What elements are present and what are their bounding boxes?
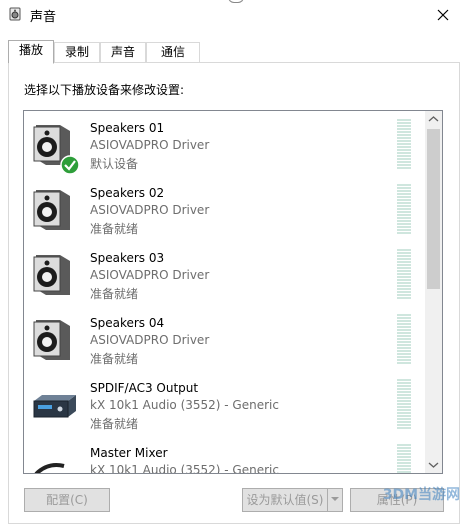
- level-meter: [397, 444, 411, 473]
- device-driver: kX 10k1 Audio (3552) - Generic: [90, 398, 279, 412]
- device-name: SPDIF/AC3 Output: [90, 381, 199, 395]
- device-status: 默认设备: [90, 157, 139, 171]
- device-name: Speakers 04: [90, 316, 165, 330]
- device-name: Speakers 02: [90, 186, 165, 200]
- window-fragment: [228, 0, 244, 3]
- chevron-down-icon: [331, 497, 339, 501]
- digital-output-icon: [33, 395, 76, 418]
- default-check-icon: [60, 155, 80, 175]
- mixer-icon: [34, 463, 65, 473]
- speaker-icon: [33, 320, 70, 360]
- device-item-speakers-03[interactable]: Speakers 03 ASIOVADPRO Driver 准备就绪: [24, 241, 424, 306]
- device-driver: ASIOVADPRO Driver: [90, 203, 210, 217]
- level-meter: [397, 314, 411, 364]
- speaker-icon: [33, 255, 70, 295]
- set-default-button[interactable]: 设为默认值(S): [242, 488, 328, 512]
- device-item-speakers-02[interactable]: Speakers 02 ASIOVADPRO Driver 准备就绪: [24, 176, 424, 241]
- device-status: 准备就绪: [90, 352, 139, 366]
- device-status: 准备就绪: [90, 222, 139, 236]
- device-item-master-mixer[interactable]: Master Mixer kX 10k1 Audio (3552) - Gene…: [24, 436, 424, 474]
- watermark-logo: 3DM当游网: [382, 487, 460, 503]
- chevron-down-icon: [428, 462, 439, 468]
- level-meter: [397, 184, 411, 234]
- device-driver: ASIOVADPRO Driver: [90, 268, 210, 282]
- scroll-up-button[interactable]: [425, 111, 442, 128]
- speaker-icon: [33, 190, 70, 230]
- level-meter: [397, 119, 411, 169]
- device-item-speakers-04[interactable]: Speakers 04 ASIOVADPRO Driver 准备就绪: [24, 306, 424, 371]
- scroll-thumb[interactable]: [427, 129, 440, 289]
- device-name: Master Mixer: [90, 446, 168, 460]
- vertical-scrollbar[interactable]: [425, 111, 442, 473]
- tab-playback[interactable]: 播放: [8, 40, 54, 64]
- level-meter: [397, 249, 411, 299]
- tab-recording[interactable]: 录制: [54, 42, 100, 62]
- device-status: 准备就绪: [90, 287, 139, 301]
- chevron-up-icon: [428, 116, 439, 122]
- set-default-dropdown[interactable]: [327, 488, 343, 512]
- device-driver: kX 10k1 Audio (3552) - Generic: [90, 463, 279, 474]
- level-meter: [397, 379, 411, 429]
- close-icon: [437, 9, 449, 21]
- configure-button[interactable]: 配置(C): [24, 488, 110, 512]
- tab-sounds[interactable]: 声音: [100, 42, 146, 62]
- tab-communications[interactable]: 通信: [146, 42, 200, 62]
- device-name: Speakers 03: [90, 251, 165, 265]
- scroll-down-button[interactable]: [425, 456, 442, 473]
- speaker-app-icon: [9, 7, 21, 21]
- instruction-text: 选择以下播放设备来修改设置:: [24, 83, 185, 97]
- device-item-spdif-output[interactable]: SPDIF/AC3 Output kX 10k1 Audio (3552) - …: [24, 371, 424, 436]
- window-title: 声音: [30, 10, 57, 25]
- close-button[interactable]: [420, 0, 466, 30]
- device-item-speakers-01[interactable]: Speakers 01 ASIOVADPRO Driver 默认设备: [24, 111, 424, 176]
- device-list[interactable]: Speakers 01 ASIOVADPRO Driver 默认设备 Speak…: [23, 110, 443, 474]
- title-bar: 声音: [0, 0, 466, 30]
- device-driver: ASIOVADPRO Driver: [90, 333, 210, 347]
- device-status: 准备就绪: [90, 417, 139, 431]
- device-driver: ASIOVADPRO Driver: [90, 138, 210, 152]
- device-name: Speakers 01: [90, 121, 165, 135]
